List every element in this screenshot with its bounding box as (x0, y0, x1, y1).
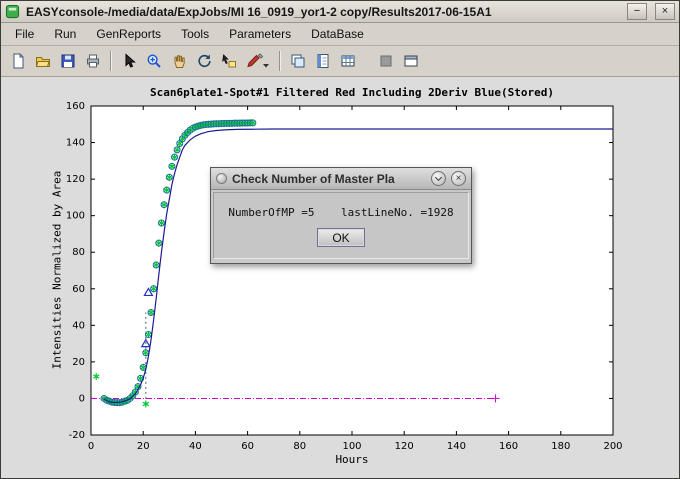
svg-text:40: 40 (189, 441, 202, 452)
dialog-titlebar[interactable]: Check Number of Master Pla × (211, 168, 471, 190)
pan-hand-icon (171, 53, 187, 69)
dialog-collapse-button[interactable] (431, 171, 446, 186)
close-button[interactable]: × (655, 3, 675, 20)
svg-text:100: 100 (342, 441, 361, 452)
new-window-button[interactable] (399, 49, 423, 73)
svg-text:140: 140 (447, 441, 466, 452)
ok-button[interactable]: OK (317, 228, 365, 247)
y-axis-label: Intensities Normalized by Area (51, 171, 64, 370)
app-window: EASYconsole-/media/data/ExpJobs/MI 16_09… (0, 0, 680, 479)
plot-canvas[interactable]: 020406080100120140160180200-200204060801… (1, 77, 679, 479)
svg-text:20: 20 (72, 357, 85, 368)
editor-doc-button[interactable] (311, 49, 335, 73)
svg-text:120: 120 (66, 174, 85, 185)
brush-icon (246, 53, 270, 69)
new-window-icon (403, 53, 419, 69)
svg-text:160: 160 (499, 441, 518, 452)
zoom-in-button[interactable] (142, 49, 166, 73)
rotate-3d-button[interactable] (192, 49, 216, 73)
dialog-app-icon (216, 173, 227, 184)
zoom-in-icon (146, 53, 162, 69)
copy-figure-button[interactable] (286, 49, 310, 73)
open-folder-button[interactable] (31, 49, 55, 73)
figure-area: 020406080100120140160180200-200204060801… (1, 77, 679, 479)
menu-genreports[interactable]: GenReports (86, 24, 171, 44)
data-grid-icon (340, 53, 356, 69)
svg-text:160: 160 (66, 101, 85, 112)
chevron-down-icon (435, 174, 442, 181)
toolbar-separator (279, 51, 281, 71)
menu-file[interactable]: File (5, 24, 44, 44)
svg-text:120: 120 (395, 441, 414, 452)
menu-tools[interactable]: Tools (171, 24, 219, 44)
datatip-button[interactable] (217, 49, 241, 73)
svg-text:80: 80 (72, 247, 85, 258)
save-icon (60, 53, 76, 69)
print-icon (85, 53, 101, 69)
menu-database[interactable]: DataBase (301, 24, 374, 44)
arrow-cursor-button[interactable] (117, 49, 141, 73)
plot-title: Scan6plate1-Spot#1 Filtered Red Includin… (91, 86, 613, 99)
window-titlebar[interactable]: EASYconsole-/media/data/ExpJobs/MI 16_09… (1, 1, 679, 23)
brush-dropdown-button[interactable] (242, 49, 274, 73)
svg-text:100: 100 (66, 211, 85, 222)
menu-bar: File Run GenReports Tools Parameters Dat… (1, 23, 679, 46)
svg-text:20: 20 (137, 441, 150, 452)
minimize-button[interactable]: − (627, 3, 647, 20)
app-icon (5, 4, 20, 19)
print-button[interactable] (81, 49, 105, 73)
svg-text:200: 200 (603, 441, 622, 452)
stop-icon (378, 53, 394, 69)
menu-parameters[interactable]: Parameters (219, 24, 301, 44)
new-file-icon (10, 53, 26, 69)
svg-text:0: 0 (88, 441, 94, 452)
dialog-body: NumberOfMP =5 lastLineNo. =1928 OK (213, 192, 469, 259)
new-file-button[interactable] (6, 49, 30, 73)
svg-text:180: 180 (551, 441, 570, 452)
editor-doc-icon (315, 53, 331, 69)
dialog-close-button[interactable]: × (451, 171, 466, 186)
copy-figure-icon (290, 53, 306, 69)
x-axis-label: Hours (91, 453, 613, 466)
svg-text:60: 60 (72, 284, 85, 295)
data-grid-button[interactable] (336, 49, 360, 73)
svg-text:40: 40 (72, 320, 85, 331)
svg-text:60: 60 (241, 441, 254, 452)
pan-hand-button[interactable] (167, 49, 191, 73)
svg-text:-20: -20 (69, 430, 85, 441)
toolbar (1, 46, 679, 77)
dialog-title: Check Number of Master Pla (232, 172, 426, 186)
datatip-icon (221, 53, 237, 69)
svg-text:80: 80 (293, 441, 306, 452)
menu-run[interactable]: Run (44, 24, 86, 44)
window-title: EASYconsole-/media/data/ExpJobs/MI 16_09… (26, 5, 619, 19)
open-folder-icon (35, 53, 51, 69)
svg-text:0: 0 (79, 393, 85, 404)
rotate-3d-icon (196, 53, 212, 69)
save-button[interactable] (56, 49, 80, 73)
arrow-cursor-icon (121, 53, 137, 69)
toolbar-separator (110, 51, 112, 71)
svg-text:140: 140 (66, 138, 85, 149)
dialog-check-number-of-master-plates: Check Number of Master Pla × NumberOfMP … (210, 167, 472, 264)
dialog-message: NumberOfMP =5 lastLineNo. =1928 (214, 206, 468, 219)
stop-button[interactable] (374, 49, 398, 73)
